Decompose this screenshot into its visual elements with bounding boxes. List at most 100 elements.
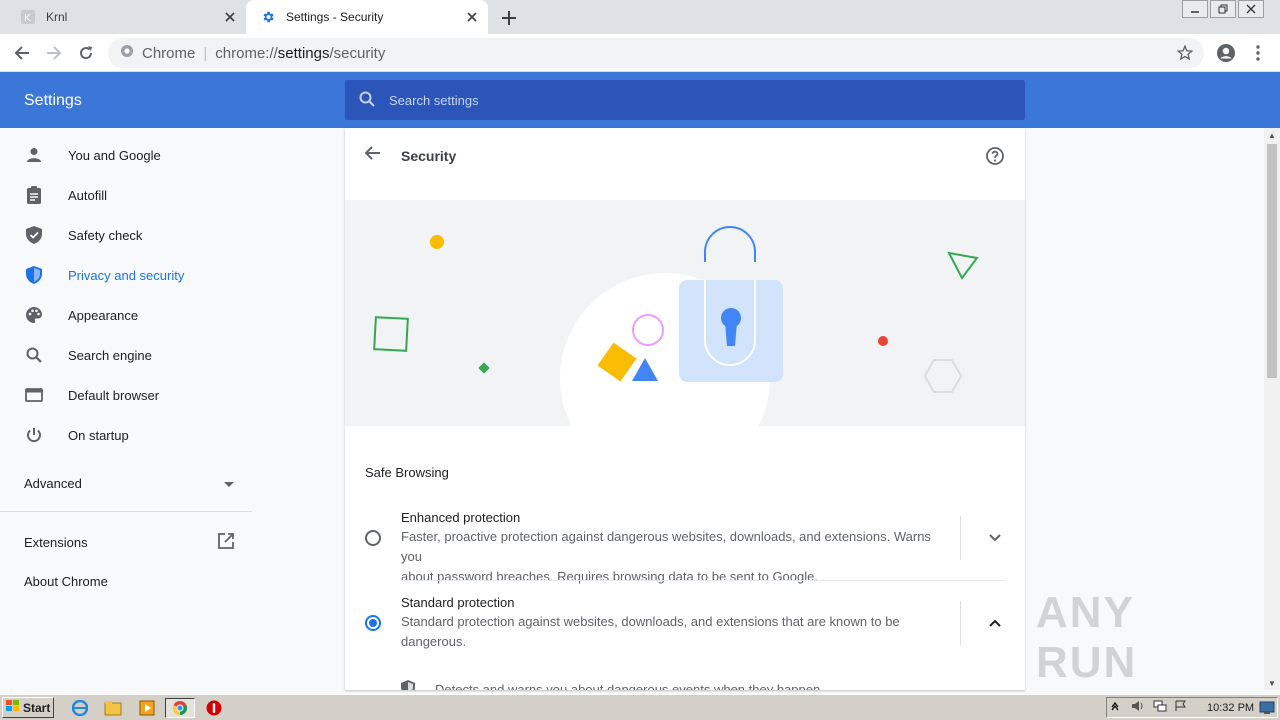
reload-icon[interactable] [74, 41, 98, 65]
page-scrollbar[interactable]: ▲ ▼ [1264, 128, 1280, 690]
media-player-icon[interactable] [137, 698, 157, 718]
sidebar-item-appearance[interactable]: Appearance [0, 295, 252, 335]
caret-down-icon [224, 476, 234, 491]
settings-header: Settings [0, 72, 1280, 128]
bookmark-star-icon[interactable] [1176, 44, 1194, 66]
shield-check-icon [24, 225, 44, 245]
sub-feature-item: Detects and warns you about dangerous ev… [401, 680, 820, 690]
palette-icon [24, 305, 44, 325]
tab-strip: K Krnl Settings - Security [0, 0, 1280, 34]
security-illustration [345, 200, 1025, 426]
person-icon [24, 145, 44, 165]
svg-text:K: K [24, 13, 31, 24]
sidebar-item-label: Autofill [68, 187, 108, 203]
settings-title: Settings [24, 92, 82, 109]
browser-icon [24, 385, 44, 405]
anyrun-watermark: ANY RUN [1036, 588, 1138, 687]
address-separator: | [203, 44, 208, 62]
chrome-taskbar-icon[interactable] [165, 698, 195, 718]
sidebar-item-label: You and Google [68, 147, 161, 163]
shield-icon [24, 265, 44, 285]
window-close-icon[interactable] [1238, 0, 1264, 18]
windows-logo-icon [6, 700, 20, 715]
browser-toolbar: Chrome | chrome://settings/security [0, 34, 1280, 72]
extensions-label: Extensions [24, 535, 88, 550]
chrome-logo-icon [120, 44, 134, 62]
site-chip-label: Chrome [142, 44, 196, 62]
sub-feature-text: Detects and warns you about dangerous ev… [435, 682, 821, 690]
shield-half-icon [401, 680, 415, 690]
page-title: Security [401, 148, 457, 164]
sidebar-about-chrome[interactable]: About Chrome [24, 574, 108, 589]
chevron-up-icon[interactable] [985, 613, 1005, 633]
tab-title: Krnl [46, 10, 68, 24]
sidebar-item-label: Appearance [68, 307, 139, 323]
sidebar-item-label: Default browser [68, 387, 160, 403]
scroll-up-arrow-icon[interactable]: ▲ [1264, 128, 1280, 142]
scrollbar-thumb[interactable] [1267, 144, 1277, 378]
close-tab-icon[interactable] [222, 9, 238, 25]
minimize-icon[interactable] [1182, 0, 1208, 18]
option-title: Enhanced protection [401, 510, 521, 525]
windows-taskbar: Start 10:32 PM [0, 694, 1280, 720]
start-button[interactable]: Start [2, 697, 54, 718]
option-separator [960, 516, 961, 560]
power-icon [24, 425, 44, 445]
scroll-down-arrow-icon[interactable]: ▼ [1264, 676, 1280, 690]
sidebar-divider [0, 511, 252, 512]
file-explorer-icon[interactable] [103, 698, 123, 718]
sidebar-item-default-browser[interactable]: Default browser [0, 375, 252, 415]
sidebar-extensions-link[interactable]: Extensions [24, 533, 234, 552]
search-icon [359, 91, 375, 110]
kebab-menu-icon[interactable] [1246, 41, 1270, 65]
safe-browsing-heading: Safe Browsing [365, 465, 449, 480]
forward-arrow-icon[interactable] [42, 41, 66, 65]
sidebar-item-safety-check[interactable]: Safety check [0, 215, 252, 255]
option-divider [401, 580, 1005, 581]
sidebar-item-search-engine[interactable]: Search engine [0, 335, 252, 375]
sidebar-item-label: On startup [68, 427, 129, 443]
sidebar-item-on-startup[interactable]: On startup [0, 415, 252, 455]
tab-krnl[interactable]: K Krnl [0, 0, 246, 34]
option-description: Standard protection against websites, do… [401, 614, 900, 649]
enhanced-protection-radio[interactable] [365, 530, 381, 546]
sidebar-item-you-and-google[interactable]: You and Google [0, 135, 252, 175]
sidebar-advanced-toggle[interactable]: Advanced [24, 476, 234, 491]
address-bar[interactable]: Chrome | chrome://settings/security [108, 38, 1204, 68]
window-controls [1180, 0, 1264, 18]
action-center-flag-icon[interactable] [1175, 700, 1187, 715]
option-description: Faster, proactive protection against dan… [401, 529, 931, 584]
search-settings-input[interactable] [389, 92, 989, 108]
sidebar-item-privacy-and-security[interactable]: Privacy and security [0, 255, 252, 295]
internet-explorer-icon[interactable] [70, 698, 90, 718]
chevron-down-icon[interactable] [985, 528, 1005, 548]
search-icon [24, 345, 44, 365]
back-arrow-icon[interactable] [10, 41, 34, 65]
krnl-icon: K [20, 9, 36, 25]
tab-settings-security[interactable]: Settings - Security [246, 0, 488, 34]
stop-icon[interactable] [204, 698, 224, 718]
settings-search[interactable] [345, 80, 1025, 120]
network-icon[interactable] [1153, 700, 1167, 715]
gear-icon [260, 9, 276, 25]
profile-avatar-icon[interactable] [1214, 41, 1238, 65]
tab-title: Settings - Security [286, 10, 384, 24]
settings-sidebar: You and Google Autofill Safety check Pri… [0, 128, 252, 690]
sidebar-item-autofill[interactable]: Autofill [0, 175, 252, 215]
advanced-label: Advanced [24, 476, 82, 491]
open-in-new-icon [218, 533, 234, 552]
sidebar-item-label: Safety check [68, 227, 143, 243]
option-separator [960, 601, 961, 645]
show-desktop-icon[interactable] [1259, 701, 1275, 718]
help-icon[interactable] [985, 146, 1005, 169]
tray-expand-icon[interactable] [1111, 701, 1119, 714]
volume-icon[interactable] [1131, 700, 1145, 715]
back-arrow-icon[interactable] [363, 144, 381, 165]
restore-icon[interactable] [1210, 0, 1236, 18]
url-text: chrome://settings/security [215, 44, 386, 62]
close-tab-icon[interactable] [464, 9, 480, 25]
taskbar-clock[interactable]: 10:32 PM [1207, 702, 1254, 714]
option-title: Standard protection [401, 595, 515, 610]
standard-protection-radio[interactable] [365, 615, 381, 631]
new-tab-plus-icon[interactable] [498, 7, 520, 29]
